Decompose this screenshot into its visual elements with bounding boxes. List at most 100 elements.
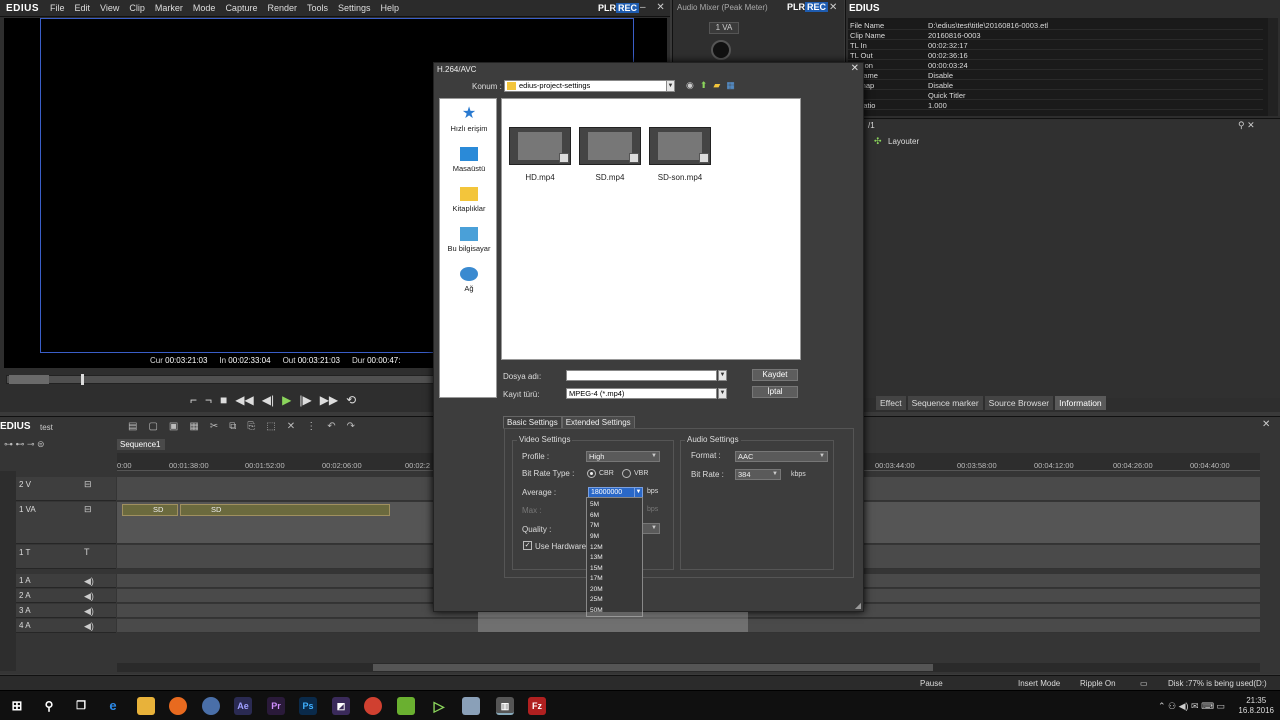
menu-capture[interactable]: Capture	[225, 3, 257, 13]
fast-forward-icon[interactable]: ▶▶	[320, 393, 338, 407]
panel-options-icon[interactable]: ⚲ ✕	[1238, 120, 1255, 131]
info-scrollbar[interactable]	[1268, 18, 1278, 116]
track-icon[interactable]: ⊟	[84, 504, 92, 515]
menu-render[interactable]: Render	[267, 3, 297, 13]
bitrate-option[interactable]: 5M	[590, 501, 599, 508]
filetype-dropdown-icon[interactable]: ▼	[718, 388, 727, 399]
split-icon[interactable]: ⋮	[306, 421, 316, 432]
sequence-tab[interactable]: Sequence1	[117, 439, 165, 450]
location-select[interactable]: edius-project-settings	[504, 80, 674, 92]
file-explorer-icon[interactable]	[137, 697, 155, 715]
edius-active-icon[interactable]: ▥	[496, 697, 514, 715]
edius-taskbar-icon[interactable]: ▷	[430, 697, 448, 715]
menu-clip[interactable]: Clip	[129, 3, 145, 13]
pan-knob[interactable]	[711, 40, 731, 60]
track-header-2v[interactable]: 2 V ⊟	[16, 477, 116, 501]
file-list[interactable]: HD.mp4 SD.mp4 SD-son.mp4	[501, 98, 801, 360]
track-header-4a[interactable]: 4 A ◀)	[16, 619, 116, 633]
sequence-icon[interactable]: ▤	[128, 421, 137, 432]
status-insert-mode[interactable]: Insert Mode	[1018, 679, 1060, 688]
search-icon[interactable]: ⚲	[40, 697, 58, 715]
stop-icon[interactable]: ■	[220, 393, 227, 407]
cut-icon[interactable]: ✂	[210, 421, 218, 432]
firefox-icon[interactable]	[169, 697, 187, 715]
after-effects-icon[interactable]: Ae	[234, 697, 252, 715]
menu-help[interactable]: Help	[381, 3, 400, 13]
undo-icon[interactable]: ↶	[327, 421, 335, 432]
open-icon[interactable]: ▣	[169, 421, 178, 432]
tab-sequence-marker[interactable]: Sequence marker	[907, 396, 983, 410]
layouter-item[interactable]: Layouter	[888, 137, 919, 146]
tray-icons[interactable]: ⌃ ⚇ ◀) ✉ ⌨ ▭	[1158, 701, 1225, 712]
hardware-encoder-checkbox[interactable]: ✓	[523, 541, 532, 550]
place-libraries[interactable]: Kitaplıklar	[440, 187, 498, 213]
filezilla-icon[interactable]: Fz	[528, 697, 546, 715]
speaker-icon[interactable]: ◀)	[84, 576, 94, 587]
audio-format-select[interactable]: AAC ▼	[735, 451, 828, 462]
menu-view[interactable]: View	[100, 3, 119, 13]
timeline-clip[interactable]: SD	[180, 504, 390, 516]
timeline-scrollbar[interactable]	[117, 663, 1260, 672]
windows-start-icon[interactable]: ⊞	[8, 697, 26, 715]
delete-icon[interactable]: ✕	[287, 421, 295, 432]
track-header-2a[interactable]: 2 A ◀)	[16, 589, 116, 603]
back-icon[interactable]: ◉	[686, 80, 694, 91]
bitrate-option[interactable]: 15M	[590, 565, 603, 572]
track-tools[interactable]: ⊶ ⊷ ⊸ ⊜	[4, 439, 114, 451]
set-in-icon[interactable]: ⌐	[190, 393, 197, 407]
plr-rec-switch[interactable]: PLR REC	[598, 3, 640, 13]
menu-mode[interactable]: Mode	[193, 3, 216, 13]
play-icon[interactable]: ▶	[282, 393, 291, 407]
media-encoder-icon[interactable]: ◩	[332, 697, 350, 715]
title-track-icon[interactable]: T	[84, 547, 90, 557]
menu-settings[interactable]: Settings	[338, 3, 371, 13]
location-dropdown-icon[interactable]: ▼	[666, 80, 675, 92]
bitrate-dropdown-list[interactable]: 5M 6M 7M 9M 12M 13M 15M 17M 20M 25M 50M	[586, 497, 643, 617]
scroll-thumb[interactable]	[373, 664, 933, 671]
resize-grip-icon[interactable]: ◢	[855, 601, 861, 610]
clock[interactable]: 21:35 16.8.2016	[1238, 696, 1274, 716]
bitrate-option[interactable]: 12M	[590, 544, 603, 551]
window-controls[interactable]: – ✕	[640, 2, 669, 13]
bitrate-option[interactable]: 17M	[590, 575, 603, 582]
filename-dropdown-icon[interactable]: ▼	[718, 370, 727, 381]
place-quick-access[interactable]: ★ Hızlı erişim	[440, 106, 498, 134]
vbr-radio[interactable]	[622, 469, 631, 478]
track-icon[interactable]: ⊟	[84, 479, 92, 490]
save-button[interactable]: Kaydet	[752, 369, 798, 381]
timeline-close-icon[interactable]: ✕	[1262, 419, 1274, 430]
redo-icon[interactable]: ↷	[347, 421, 355, 432]
place-desktop[interactable]: Masaüstü	[440, 147, 498, 173]
task-view-icon[interactable]: ❐	[72, 697, 90, 715]
globe-icon[interactable]	[202, 697, 220, 715]
app-icon[interactable]	[397, 697, 415, 715]
cbr-radio[interactable]	[587, 469, 596, 478]
tab-information[interactable]: Information	[1055, 396, 1106, 410]
place-this-pc[interactable]: Bu bilgisayar	[440, 227, 498, 253]
menu-marker[interactable]: Marker	[155, 3, 183, 13]
playhead[interactable]	[81, 374, 84, 385]
speaker-icon[interactable]: ◀)	[84, 621, 94, 632]
track-header-1a[interactable]: 1 A ◀)	[16, 574, 116, 588]
track-header-1va[interactable]: 1 VA ⊟	[16, 502, 116, 544]
track-header-3a[interactable]: 3 A ◀)	[16, 604, 116, 618]
dialog-close-icon[interactable]: ✕	[851, 63, 859, 74]
bitrate-option[interactable]: 25M	[590, 596, 603, 603]
file-item[interactable]: SD-son.mp4	[648, 127, 712, 182]
copy-icon[interactable]: ⧉	[229, 421, 236, 432]
bitrate-option[interactable]: 20M	[590, 586, 603, 593]
bitrate-option[interactable]: 9M	[590, 533, 599, 540]
scrub-shuttle[interactable]	[9, 375, 49, 384]
menu-file[interactable]: File	[50, 3, 65, 13]
cancel-button[interactable]: İptal	[752, 386, 798, 398]
track-header-1t[interactable]: 1 TT	[16, 545, 116, 569]
place-network[interactable]: Ağ	[440, 267, 498, 293]
replace-icon[interactable]: ⬚	[266, 421, 275, 432]
set-out-icon[interactable]: ¬	[205, 393, 212, 407]
menu-tools[interactable]: Tools	[307, 3, 328, 13]
edge-icon[interactable]: e	[104, 697, 122, 715]
tab-source-browser[interactable]: Source Browser	[984, 396, 1054, 410]
photoshop-icon[interactable]: Ps	[299, 697, 317, 715]
rewind-icon[interactable]: ◀◀	[235, 393, 253, 407]
chrome-icon[interactable]	[364, 697, 382, 715]
